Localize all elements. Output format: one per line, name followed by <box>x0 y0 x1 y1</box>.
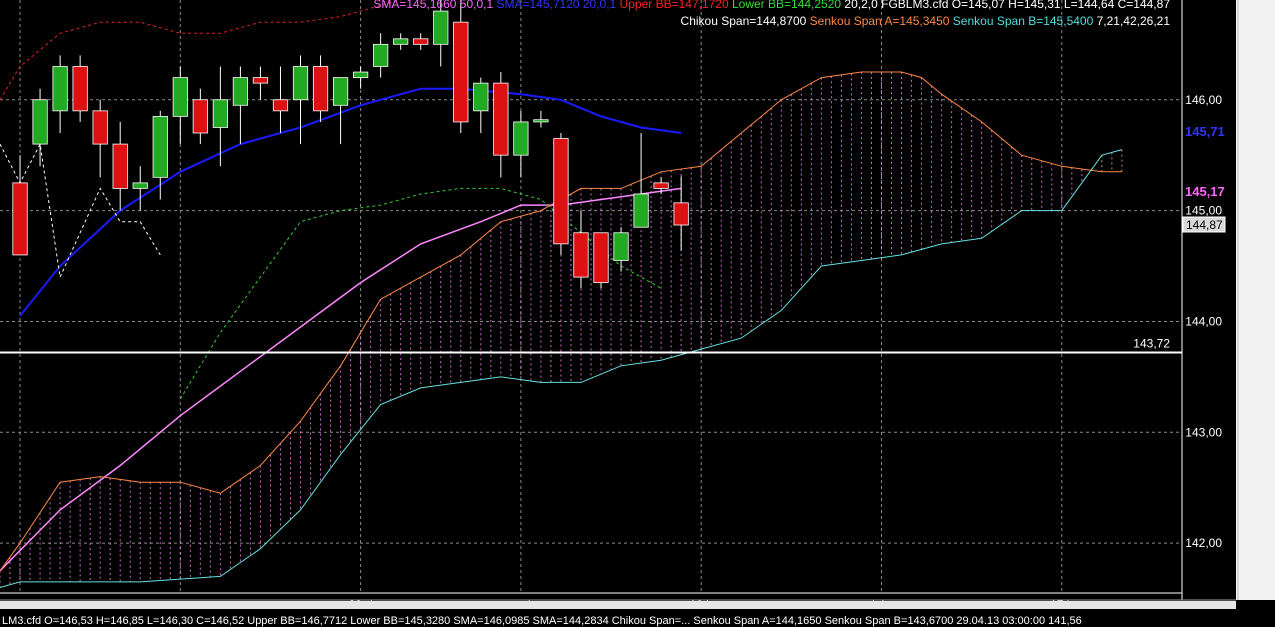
legend-item: Upper BB=147,1720 <box>616 0 729 11</box>
candle-body <box>593 232 609 284</box>
legend-item: Senkou Span B=145,5400 <box>949 14 1093 28</box>
candle-body <box>12 182 28 256</box>
candle-body <box>212 99 228 128</box>
candle-body <box>373 43 389 67</box>
legend-line-2: Chikou Span=144,8700 Senkou Span A=145,3… <box>681 14 1171 28</box>
candle-body <box>352 71 369 78</box>
legend-line-1: SMA=145,1660 50,0,1 SMA=145,7120 20,0,1 … <box>373 0 1170 11</box>
legend-item: Senkou Span A=145,3450 <box>806 14 949 28</box>
candle-body <box>473 82 489 112</box>
y-tick-label: 143,00 <box>1185 425 1222 439</box>
y-tick-label: 146,00 <box>1185 93 1222 107</box>
candle-body <box>533 119 549 123</box>
window-right-panel <box>1236 0 1275 600</box>
candle-body <box>112 143 128 189</box>
candle-body <box>332 77 349 106</box>
legend-item: 7,21,42,26,21 <box>1093 14 1170 28</box>
legend-item: 20,2,0 <box>841 0 878 11</box>
candle-body <box>433 10 449 45</box>
status-bar-text: LM3.cfd O=146,53 H=146,85 L=146,30 C=146… <box>2 615 1082 627</box>
status-bar: LM3.cfd O=146,53 H=146,85 L=146,30 C=146… <box>0 609 1275 627</box>
candle-body <box>553 138 569 245</box>
candle-body <box>613 232 629 261</box>
candle-body <box>493 82 509 156</box>
candle-body <box>32 99 48 145</box>
candle-body <box>132 182 148 189</box>
chart-background <box>0 0 1275 627</box>
candle-body <box>393 38 409 45</box>
candle-body <box>513 121 529 156</box>
legend-item: FGBLM3.cfd O=145,07 H=145,31 L=144,64 C=… <box>878 0 1171 11</box>
horizontal-scrollbar[interactable] <box>0 601 1236 609</box>
candle-body <box>312 66 329 112</box>
candle-body <box>52 66 68 112</box>
candle-body <box>292 66 309 101</box>
sma20-price-tag: 145,71 <box>1185 124 1225 139</box>
candle-body <box>72 66 88 112</box>
close-price-tag: 144,87 <box>1186 218 1223 232</box>
candle-body <box>152 115 168 178</box>
candle-body <box>192 99 208 134</box>
legend-item: Chikou Span=144,8700 <box>681 14 807 28</box>
y-tick-label: 145,00 <box>1185 204 1222 218</box>
candle-body <box>252 77 269 84</box>
candle-body <box>232 77 249 106</box>
candle-body <box>673 202 689 226</box>
y-tick-label: 142,00 <box>1185 536 1222 550</box>
legend-item: SMA=145,1660 50,0,1 <box>373 0 493 11</box>
legend-item: SMA=145,7120 20,0,1 <box>493 0 616 11</box>
candle-body <box>92 110 108 145</box>
candle-body <box>633 193 649 228</box>
legend-item: Lower BB=144,2520 <box>729 0 842 11</box>
candle-body <box>653 182 669 189</box>
ichimoku-chart: 143,72 146,00145,00144,00143,00142,00 ma… <box>0 0 1275 627</box>
sma50-price-tag: 145,17 <box>1185 184 1225 199</box>
candle-body <box>272 99 289 112</box>
candle-body <box>172 77 188 117</box>
candle-body <box>453 21 469 123</box>
candle-body <box>573 232 589 278</box>
candle-body <box>413 38 429 45</box>
y-tick-label: 144,00 <box>1185 314 1222 328</box>
horizontal-line-label: 143,72 <box>1133 336 1170 350</box>
